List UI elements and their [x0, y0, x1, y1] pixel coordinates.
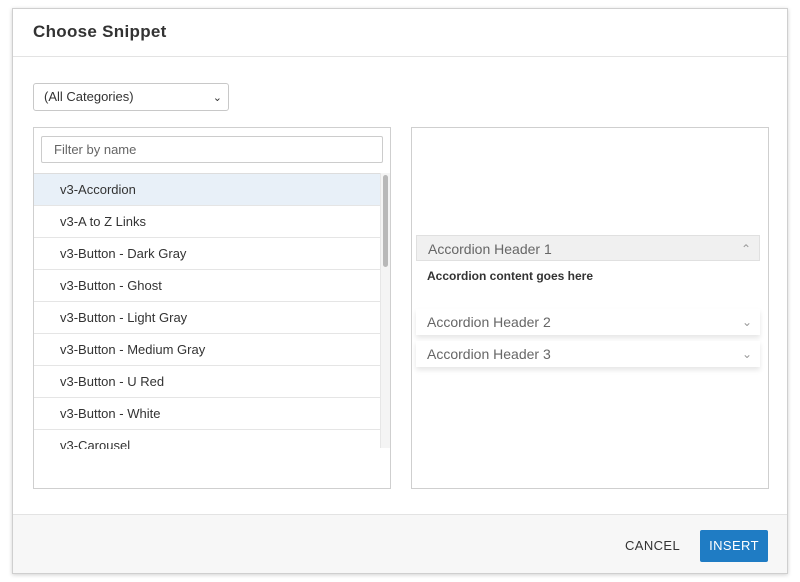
- snippet-preview-panel: Accordion Header 1 ⌃ Accordion content g…: [411, 127, 769, 489]
- chevron-down-icon: ⌄: [212, 92, 222, 104]
- snippet-item-button-medium-gray[interactable]: v3-Button - Medium Gray: [34, 334, 380, 366]
- accordion-content: Accordion content goes here: [427, 269, 594, 283]
- accordion-header-label: Accordion Header 3: [427, 346, 551, 362]
- category-select[interactable]: (All Categories) ⌄: [33, 83, 229, 111]
- snippet-item-carousel[interactable]: v3-Carousel: [34, 430, 380, 449]
- accordion-header-2[interactable]: Accordion Header 2 ⌄: [416, 309, 760, 335]
- insert-button[interactable]: INSERT: [700, 530, 768, 562]
- snippet-list-scrollbar[interactable]: [380, 173, 390, 448]
- accordion-header-3[interactable]: Accordion Header 3 ⌄: [416, 341, 760, 367]
- snippet-list: v3-Accordion v3-A to Z Links v3-Button -…: [34, 173, 380, 449]
- choose-snippet-dialog: Choose Snippet (All Categories) ⌄ v3-Acc…: [12, 8, 788, 574]
- dialog-footer: CANCEL INSERT: [13, 514, 787, 573]
- snippet-item-button-white[interactable]: v3-Button - White: [34, 398, 380, 430]
- category-select-value: (All Categories): [44, 89, 134, 104]
- snippet-item-button-light-gray[interactable]: v3-Button - Light Gray: [34, 302, 380, 334]
- chevron-up-icon: ⌃: [740, 242, 751, 256]
- accordion-header-label: Accordion Header 1: [428, 241, 552, 257]
- snippet-item-button-u-red[interactable]: v3-Button - U Red: [34, 366, 380, 398]
- accordion-header-label: Accordion Header 2: [427, 314, 551, 330]
- cancel-button[interactable]: CANCEL: [611, 530, 694, 562]
- chevron-down-icon: ⌄: [741, 315, 752, 329]
- accordion-header-1[interactable]: Accordion Header 1 ⌃: [416, 235, 760, 261]
- snippet-list-panel: v3-Accordion v3-A to Z Links v3-Button -…: [33, 127, 391, 489]
- snippet-item-button-ghost[interactable]: v3-Button - Ghost: [34, 270, 380, 302]
- dialog-header: Choose Snippet: [13, 9, 787, 57]
- snippet-item-accordion[interactable]: v3-Accordion: [34, 174, 380, 206]
- filter-input[interactable]: [41, 136, 383, 163]
- chevron-down-icon: ⌄: [741, 347, 752, 361]
- dialog-title: Choose Snippet: [33, 22, 167, 41]
- scrollbar-thumb[interactable]: [383, 175, 388, 267]
- snippet-item-a-to-z-links[interactable]: v3-A to Z Links: [34, 206, 380, 238]
- snippet-item-button-dark-gray[interactable]: v3-Button - Dark Gray: [34, 238, 380, 270]
